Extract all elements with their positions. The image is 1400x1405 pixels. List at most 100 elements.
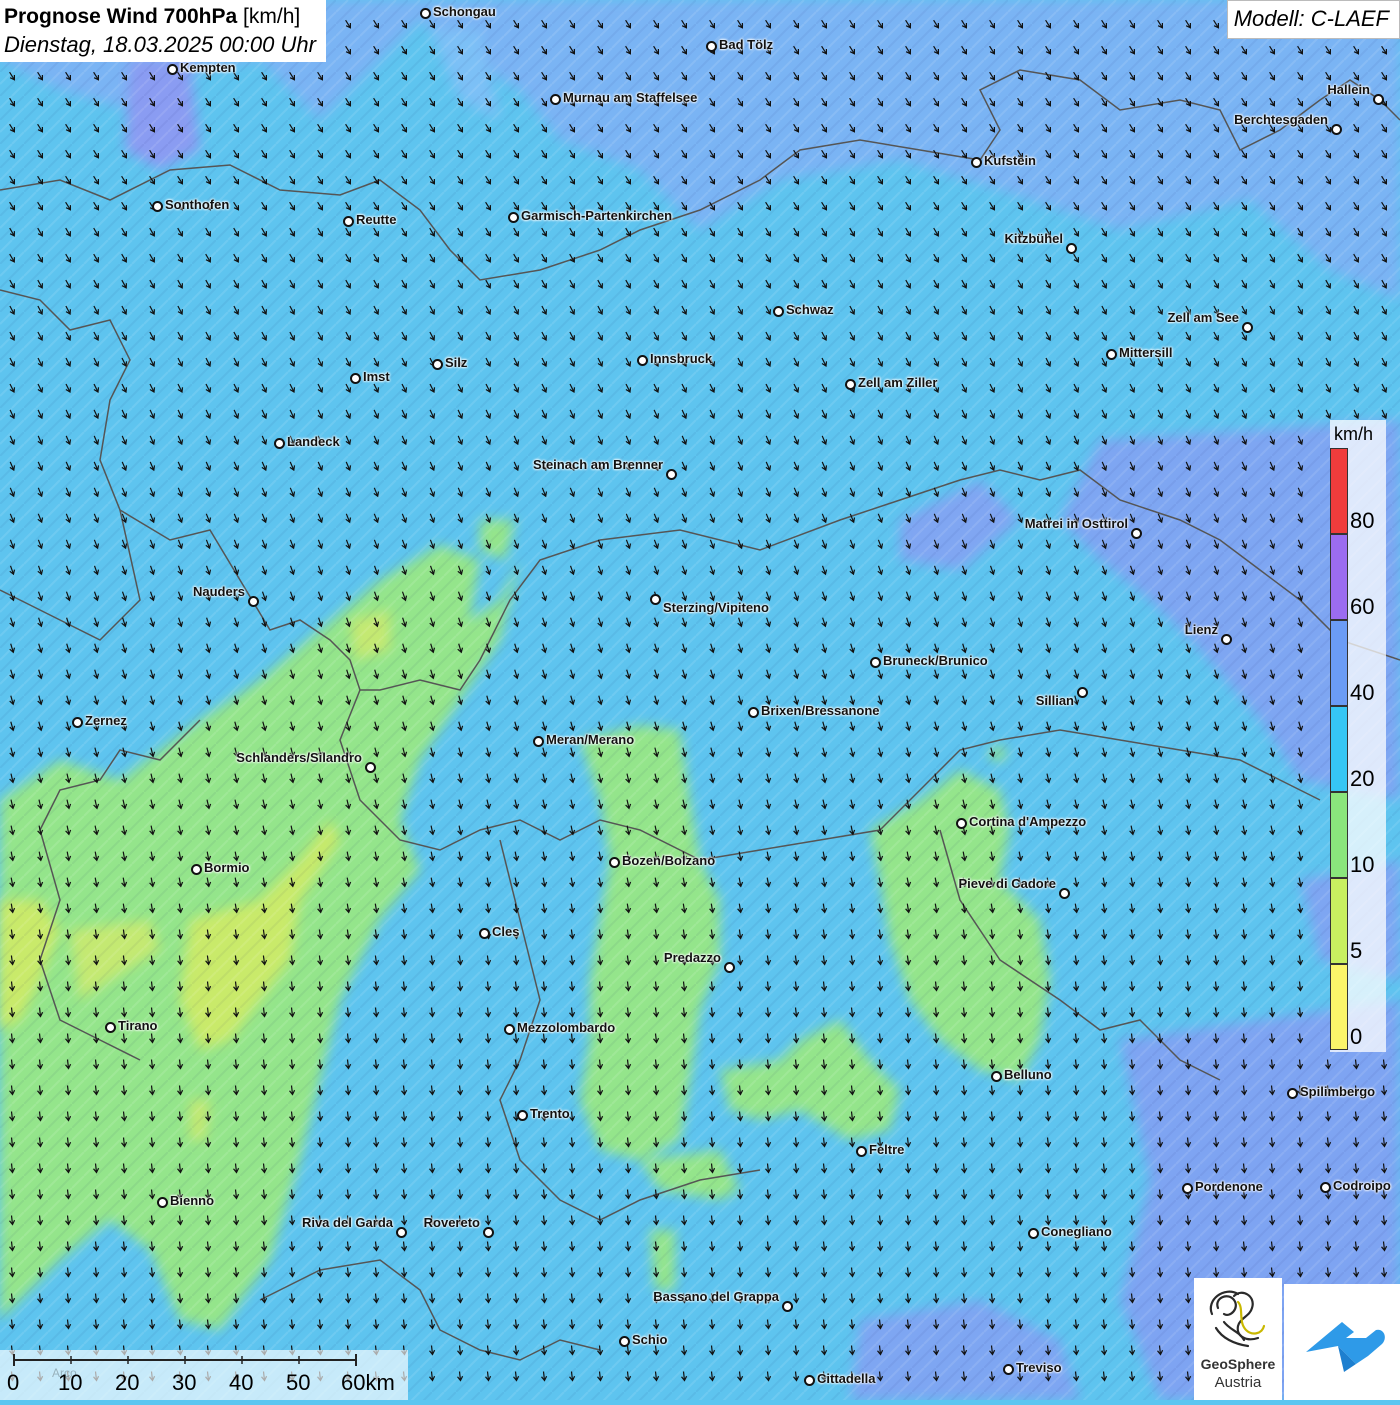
city-label: Steinach am Brenner — [532, 457, 663, 472]
city-label: Zell am See — [1167, 310, 1239, 325]
city-label: Sillian — [1035, 693, 1074, 708]
city-label: Bienno — [170, 1193, 215, 1208]
city-marker — [396, 1227, 407, 1238]
city-marker — [350, 373, 361, 384]
legend-swatch-80-100 — [1330, 448, 1348, 534]
legend-tick-label: 0 — [1350, 1024, 1363, 1049]
city-marker — [1242, 322, 1253, 333]
city-label: Mittersill — [1119, 345, 1173, 360]
legend-tick-label: 5 — [1350, 938, 1363, 963]
city-marker — [508, 212, 519, 223]
city-marker — [1059, 888, 1070, 899]
city-label: Murnau am Staffelsee — [563, 90, 698, 105]
scale-label: 10 — [58, 1370, 83, 1395]
city-marker — [191, 864, 202, 875]
city-label: Cles — [492, 924, 520, 939]
city-marker — [483, 1227, 494, 1238]
city-label: Kitzbühel — [1004, 231, 1064, 246]
scale-label: 40 — [229, 1370, 254, 1395]
city-marker — [550, 94, 561, 105]
city-label: Tirano — [118, 1018, 158, 1033]
city-label: Belluno — [1004, 1067, 1052, 1082]
scale-label: 60km — [341, 1370, 395, 1395]
city-marker — [72, 717, 83, 728]
city-label: Silz — [445, 355, 468, 370]
city-marker — [782, 1301, 793, 1312]
city-marker — [343, 216, 354, 227]
city-label: Sterzing/Vipiteno — [663, 600, 769, 615]
city-marker — [517, 1110, 528, 1121]
title-box: Prognose Wind 700hPa [km/h] Dienstag, 18… — [0, 0, 326, 62]
map-title: Prognose Wind 700hPa [km/h] — [4, 3, 316, 31]
city-marker — [167, 64, 178, 75]
legend-swatch-60-80 — [1330, 534, 1348, 620]
scale-label: 50 — [286, 1370, 311, 1395]
city-label: Pieve di Cadore — [958, 876, 1056, 891]
app-logo[interactable] — [1284, 1284, 1400, 1400]
city-label: Meran/Merano — [546, 732, 635, 747]
city-label: Bruneck/Brunico — [883, 653, 988, 668]
city-label: Predazzo — [663, 950, 721, 965]
city-label: Landeck — [287, 434, 340, 449]
city-marker — [1331, 124, 1342, 135]
city-label: Brixen/Bressanone — [761, 703, 880, 718]
city-label: Treviso — [1016, 1360, 1062, 1375]
city-label: Kempten — [180, 60, 236, 75]
city-label: Rovereto — [423, 1215, 480, 1230]
city-marker — [504, 1024, 515, 1035]
city-label: Berchtesgaden — [1234, 112, 1328, 127]
city-marker — [105, 1022, 116, 1033]
city-marker — [637, 355, 648, 366]
city-marker — [773, 306, 784, 317]
legend-tick-label: 10 — [1350, 852, 1375, 877]
city-marker — [1287, 1088, 1298, 1099]
city-label: Sonthofen — [165, 197, 230, 212]
scale-label: 0 — [7, 1370, 20, 1395]
city-marker — [1003, 1364, 1014, 1375]
logo-name-line2: Austria — [1214, 1374, 1262, 1391]
city-label: Matrei in Osttirol — [1024, 516, 1128, 531]
city-label: Cortina d'Ampezzo — [969, 814, 1087, 829]
city-marker — [1320, 1182, 1331, 1193]
city-marker — [804, 1375, 815, 1386]
city-marker — [1066, 243, 1077, 254]
city-label: Bozen/Bolzano — [622, 853, 716, 868]
city-label: Hallein — [1327, 82, 1370, 97]
city-label: Reutte — [356, 212, 397, 227]
city-marker — [956, 818, 967, 829]
city-marker — [152, 201, 163, 212]
city-marker — [365, 762, 376, 773]
legend-unit: km/h — [1334, 424, 1374, 444]
legend-tick-label: 40 — [1350, 680, 1375, 705]
city-marker — [724, 962, 735, 973]
city-label: Pordenone — [1195, 1179, 1263, 1194]
geosphere-logo[interactable]: GeoSphere Austria — [1194, 1278, 1282, 1400]
city-marker — [609, 857, 620, 868]
city-label: Schongau — [433, 4, 496, 19]
city-marker — [706, 41, 717, 52]
city-marker — [1077, 687, 1088, 698]
city-label: Garmisch-Partenkirchen — [521, 208, 673, 223]
city-marker — [533, 736, 544, 747]
city-marker — [856, 1146, 867, 1157]
title-unit: [km/h] — [243, 5, 301, 28]
city-label: Zernez — [85, 713, 127, 728]
city-marker — [991, 1071, 1002, 1082]
cloud-arrow-icon — [1306, 1322, 1385, 1372]
geosphere-logo-icon — [1209, 1290, 1266, 1348]
legend-swatch-5-10 — [1330, 878, 1348, 964]
city-label: Spilimbergo — [1300, 1084, 1376, 1099]
city-label: Codroipo — [1333, 1178, 1391, 1193]
city-label: Cittadella — [817, 1371, 876, 1386]
city-label: Bormio — [204, 860, 250, 875]
city-marker — [870, 657, 881, 668]
city-label: Mezzolombardo — [517, 1020, 616, 1035]
scale-label: 30 — [172, 1370, 197, 1395]
city-label: Conegliano — [1041, 1224, 1112, 1239]
city-marker — [274, 438, 285, 449]
legend-tick-label: 20 — [1350, 766, 1375, 791]
city-marker — [420, 8, 431, 19]
legend-swatch-40-60 — [1330, 620, 1348, 706]
city-marker — [1028, 1228, 1039, 1239]
city-label: Kufstein — [984, 153, 1036, 168]
